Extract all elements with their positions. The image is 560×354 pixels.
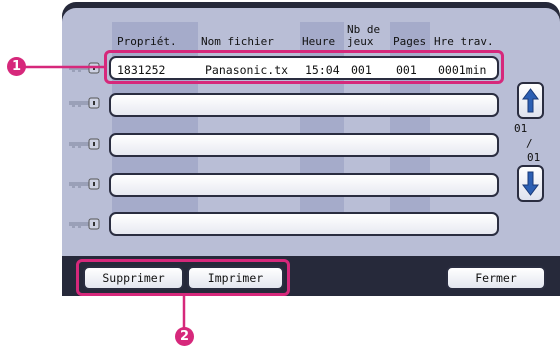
- callout-badge-1: 1: [7, 57, 26, 76]
- callout-leaders: [20, 65, 186, 330]
- callout-badge-2: 2: [175, 327, 194, 346]
